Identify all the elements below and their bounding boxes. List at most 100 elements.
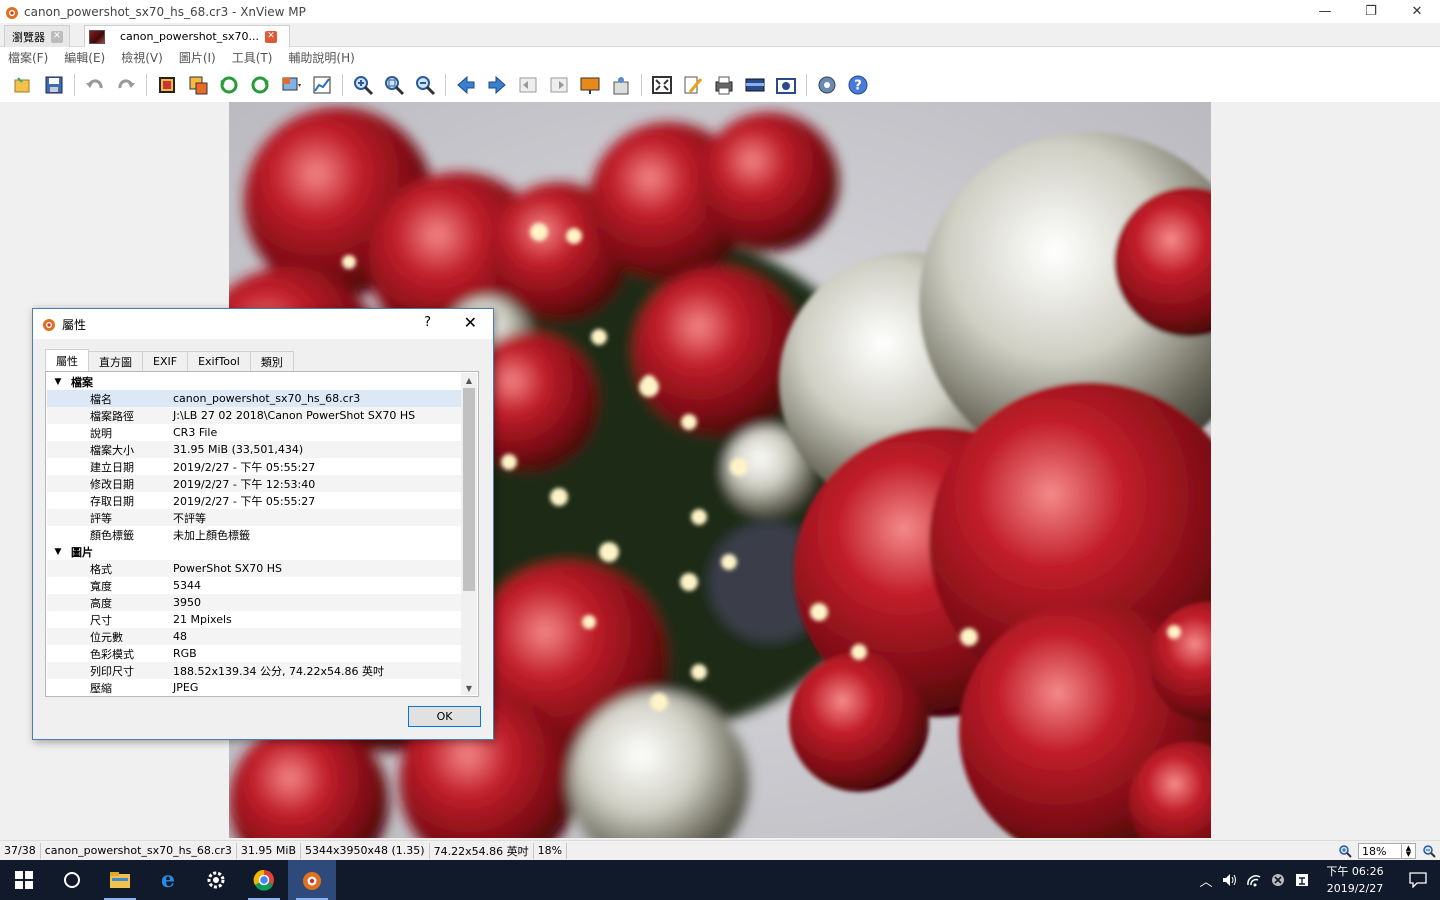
resize-icon[interactable] bbox=[187, 74, 209, 96]
zoom-fit-icon[interactable] bbox=[383, 74, 405, 96]
property-row[interactable]: 建立日期 2019/2/27 - 下午 05:55:27 bbox=[47, 458, 461, 475]
menu-edit[interactable]: 編輯(E) bbox=[64, 49, 105, 66]
crop-icon[interactable] bbox=[156, 74, 178, 96]
property-value: 188.52x139.34 公分, 74.22x54.86 英吋 bbox=[173, 664, 384, 678]
next-icon[interactable] bbox=[486, 74, 508, 96]
ok-button[interactable]: OK bbox=[408, 706, 481, 727]
tab-exif[interactable]: EXIF bbox=[142, 351, 189, 371]
xnview-app-icon bbox=[43, 319, 55, 331]
scrollbar[interactable]: ▲ ▼ bbox=[461, 373, 477, 695]
section-header[interactable]: ▼ 檔案 bbox=[47, 373, 461, 390]
settings-icon[interactable] bbox=[192, 860, 240, 900]
zoom-in-icon[interactable] bbox=[352, 74, 374, 96]
restore-button[interactable]: ❐ bbox=[1348, 0, 1394, 23]
zoom-control: 18% ▲ ▼ bbox=[1338, 841, 1436, 861]
status-x-icon[interactable] bbox=[1266, 873, 1290, 887]
menu-view[interactable]: 檢視(V) bbox=[121, 49, 163, 66]
previous-icon[interactable] bbox=[455, 74, 477, 96]
property-row[interactable]: 顏色標籤 未加上顏色標籤 bbox=[47, 526, 461, 543]
xnview-icon[interactable] bbox=[288, 860, 336, 900]
property-row[interactable]: 尺寸 21 Mpixels bbox=[47, 611, 461, 628]
tab-histogram[interactable]: 直方圖 bbox=[88, 351, 143, 371]
property-value: CR3 File bbox=[173, 426, 218, 439]
dialog-help-button[interactable]: ? bbox=[424, 315, 431, 330]
menu-tools[interactable]: 工具(T) bbox=[232, 49, 273, 66]
property-row[interactable]: 修改日期 2019/2/27 - 下午 12:53:40 bbox=[47, 475, 461, 492]
property-key: 格式 bbox=[90, 562, 112, 576]
property-row[interactable]: 檔案大小 31.95 MiB (33,501,434) bbox=[47, 441, 461, 458]
chevron-down-icon[interactable]: ▼ bbox=[47, 547, 69, 557]
volume-icon[interactable] bbox=[1218, 873, 1242, 887]
network-icon[interactable] bbox=[1242, 873, 1266, 887]
tab-browser[interactable]: 瀏覽器 ✕ bbox=[4, 25, 70, 47]
property-key: 存取日期 bbox=[90, 494, 134, 508]
zoom-input[interactable]: 18% ▲ ▼ bbox=[1358, 843, 1416, 859]
chevron-down-icon[interactable]: ▼ bbox=[47, 377, 69, 387]
property-value: 2019/2/27 - 下午 12:53:40 bbox=[173, 477, 316, 491]
start-icon[interactable] bbox=[0, 860, 48, 900]
levels-icon[interactable] bbox=[311, 74, 333, 96]
properties-icon[interactable] bbox=[610, 74, 632, 96]
scroll-up-icon[interactable]: ▲ bbox=[461, 373, 477, 387]
first-icon[interactable] bbox=[517, 74, 539, 96]
property-row[interactable]: 列印尺寸 188.52x139.34 公分, 74.22x54.86 英吋 bbox=[47, 662, 461, 679]
scroll-down-icon[interactable]: ▼ bbox=[461, 681, 477, 695]
tab-exiftool[interactable]: ExifTool bbox=[187, 351, 251, 371]
close-icon[interactable]: ✕ bbox=[265, 30, 277, 43]
edit-icon[interactable] bbox=[682, 74, 704, 96]
property-row[interactable]: 檔案路徑 J:\LB 27 02 2018\Canon PowerShot SX7… bbox=[47, 407, 461, 424]
fullscreen-icon[interactable] bbox=[651, 74, 673, 96]
tab-properties[interactable]: 屬性 bbox=[45, 349, 89, 371]
property-row[interactable]: 格式 PowerShot SX70 HS bbox=[47, 560, 461, 577]
zoom-in-icon[interactable] bbox=[1338, 844, 1352, 858]
close-button[interactable]: ✕ bbox=[1394, 0, 1440, 23]
slideshow-icon[interactable] bbox=[579, 74, 601, 96]
adjust-icon[interactable] bbox=[280, 74, 302, 96]
scroll-thumb[interactable] bbox=[463, 388, 475, 591]
menu-help[interactable]: 輔助說明(H) bbox=[288, 49, 354, 66]
input-method-icon[interactable] bbox=[1290, 873, 1314, 887]
undo-icon[interactable] bbox=[84, 74, 106, 96]
last-icon[interactable] bbox=[548, 74, 570, 96]
svg-text:e: e bbox=[161, 869, 175, 891]
dialog-close-button[interactable]: ✕ bbox=[464, 313, 477, 332]
clock[interactable]: 下午 06:26 2019/2/27 bbox=[1320, 863, 1390, 897]
tab-category[interactable]: 類別 bbox=[249, 351, 294, 371]
save-icon[interactable] bbox=[43, 74, 65, 96]
help-icon[interactable]: ? bbox=[847, 74, 869, 96]
property-row[interactable]: 色彩模式 RGB bbox=[47, 645, 461, 662]
zoom-out-icon[interactable] bbox=[1422, 844, 1436, 858]
zoom-out-icon[interactable] bbox=[414, 74, 436, 96]
capture-icon[interactable] bbox=[775, 74, 797, 96]
redo-icon[interactable] bbox=[115, 74, 137, 96]
rotate-left-icon[interactable] bbox=[218, 74, 240, 96]
print-icon[interactable] bbox=[713, 74, 735, 96]
edge-icon[interactable]: e bbox=[144, 860, 192, 900]
property-row[interactable]: 說明 CR3 File bbox=[47, 424, 461, 441]
property-row[interactable]: 壓縮 JPEG bbox=[47, 679, 461, 695]
toolbar-separator bbox=[806, 74, 807, 96]
property-row[interactable]: 位元數 48 bbox=[47, 628, 461, 645]
open-folder-icon[interactable] bbox=[12, 74, 34, 96]
minimize-button[interactable]: — bbox=[1302, 0, 1348, 23]
file-explorer-icon[interactable] bbox=[96, 860, 144, 900]
scanner-icon[interactable] bbox=[744, 74, 766, 96]
property-row[interactable]: 寬度 5344 bbox=[47, 577, 461, 594]
settings-icon[interactable] bbox=[816, 74, 838, 96]
property-row[interactable]: 檔名 canon_powershot_sx70_hs_68.cr3 bbox=[47, 390, 461, 407]
section-header[interactable]: ▼ 圖片 bbox=[47, 543, 461, 560]
menu-image[interactable]: 圖片(I) bbox=[179, 49, 216, 66]
tab-image[interactable]: canon_powershot_sx70... ✕ bbox=[84, 25, 290, 47]
property-row[interactable]: 高度 3950 bbox=[47, 594, 461, 611]
property-row[interactable]: 評等 不評等 bbox=[47, 509, 461, 526]
close-icon[interactable]: ✕ bbox=[51, 30, 63, 43]
chrome-icon[interactable] bbox=[240, 860, 288, 900]
chevron-up-icon[interactable]: ︿ bbox=[1194, 871, 1218, 890]
property-value: 未加上顏色標籤 bbox=[173, 528, 250, 542]
zoom-spinner-icon[interactable]: ▲ ▼ bbox=[1401, 844, 1415, 858]
rotate-right-icon[interactable] bbox=[249, 74, 271, 96]
menu-file[interactable]: 檔案(F) bbox=[8, 49, 48, 66]
cortana-icon[interactable] bbox=[48, 860, 96, 900]
notification-icon[interactable] bbox=[1396, 872, 1440, 888]
property-row[interactable]: 存取日期 2019/2/27 - 下午 05:55:27 bbox=[47, 492, 461, 509]
